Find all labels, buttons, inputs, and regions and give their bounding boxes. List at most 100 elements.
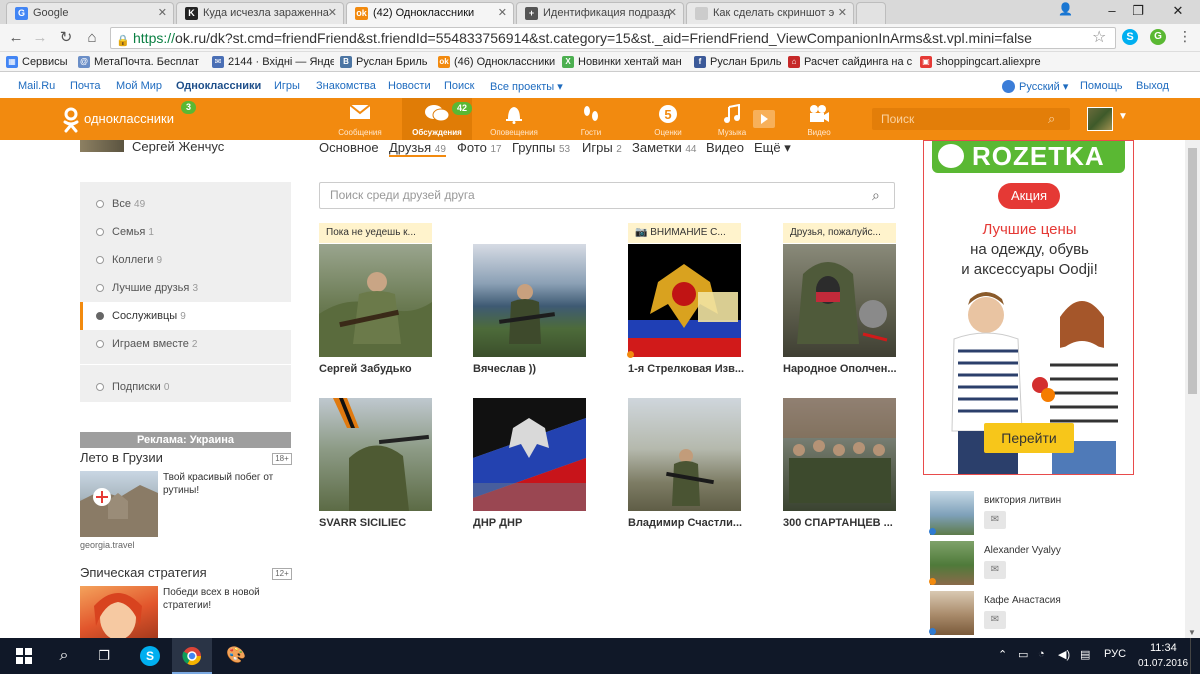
- language-selector[interactable]: Русский ▾: [1019, 80, 1068, 93]
- friend-photo[interactable]: [319, 244, 432, 357]
- profile-name[interactable]: Сергей Женчус: [132, 139, 224, 154]
- skype-extension-icon[interactable]: S: [1122, 29, 1138, 45]
- tray-volume-icon[interactable]: ◀): [1058, 648, 1070, 661]
- profile-avatar[interactable]: [80, 140, 124, 152]
- clock-date[interactable]: 01.07.2016: [1138, 658, 1188, 669]
- browser-tab-kp[interactable]: K Куда исчезла зараженна ✕: [176, 2, 344, 24]
- bookmark-ruslan-fb[interactable]: f Руслан Бриль: [694, 54, 784, 70]
- ad-image-strategy[interactable]: [80, 586, 158, 638]
- friend-photo[interactable]: [628, 398, 741, 511]
- scroll-down-icon[interactable]: ▼: [1188, 628, 1196, 637]
- keyboard-language[interactable]: РУС: [1104, 648, 1126, 660]
- close-icon[interactable]: ✕: [668, 6, 677, 19]
- browser-tab-google[interactable]: G Google ✕: [6, 2, 174, 24]
- menu-messages[interactable]: Сообщения: [325, 98, 395, 140]
- tab-main[interactable]: Основное: [319, 140, 379, 155]
- status-note[interactable]: Друзья, пожалуйс...: [783, 223, 896, 243]
- tab-video[interactable]: Видео: [706, 140, 744, 155]
- forward-icon[interactable]: →: [30, 28, 50, 48]
- friend-photo[interactable]: [473, 244, 586, 357]
- search-icon[interactable]: ⌕: [44, 638, 84, 674]
- friend-name[interactable]: 1-я Стрелковая Изв...: [628, 363, 753, 375]
- exit-link[interactable]: Выход: [1136, 80, 1169, 92]
- category-colleagues[interactable]: Коллеги 9: [80, 246, 291, 274]
- menu-music[interactable]: Музыка: [697, 98, 775, 140]
- category-best-friends[interactable]: Лучшие друзья 3: [80, 274, 291, 302]
- ad-cta-button[interactable]: Перейти: [984, 423, 1074, 453]
- friend-photo[interactable]: [319, 398, 432, 511]
- message-envelope-icon[interactable]: ✉: [984, 611, 1006, 629]
- tab-groups[interactable]: Группы 53: [512, 140, 570, 155]
- bookmark-novinki[interactable]: X Новинки хентай ман: [562, 54, 688, 70]
- tray-message-icon[interactable]: ▤: [1080, 648, 1090, 661]
- task-view-icon[interactable]: ❐: [84, 638, 124, 674]
- portal-link-odnoklassniki[interactable]: Одноклассники: [176, 80, 261, 92]
- portal-link-games[interactable]: Игры: [274, 80, 300, 92]
- play-icon[interactable]: [753, 110, 775, 128]
- browser-tab-screenshot[interactable]: Как сделать скриншот э ✕: [686, 2, 854, 24]
- clock-time[interactable]: 11:34: [1150, 642, 1177, 654]
- close-icon[interactable]: ✕: [498, 6, 507, 19]
- friend-photo[interactable]: [783, 244, 896, 357]
- ad-title-georgia[interactable]: Лето в Грузии: [80, 450, 163, 465]
- friend-photo[interactable]: [628, 244, 741, 357]
- status-note[interactable]: Пока не уедешь к...: [319, 223, 432, 243]
- url-input[interactable]: 🔒 https://ok.ru/dk?st.cmd=friendFriend&s…: [110, 27, 1116, 49]
- show-desktop-button[interactable]: [1190, 638, 1200, 674]
- bookmark-services[interactable]: ▦ Сервисы: [6, 54, 80, 70]
- close-icon[interactable]: ✕: [158, 6, 167, 19]
- ok-logo-text[interactable]: одноклассники: [84, 111, 174, 126]
- suggested-avatar[interactable]: [930, 541, 974, 585]
- reload-icon[interactable]: ↻: [56, 28, 76, 48]
- maximize-button[interactable]: ❐: [1116, 0, 1160, 22]
- ok-search-input[interactable]: Поиск ⌕: [872, 108, 1070, 130]
- suggested-name[interactable]: Alexander Vyalyy: [984, 545, 1061, 556]
- bookmark-ruslan-vk[interactable]: B Руслан Бриль: [340, 54, 432, 70]
- close-icon[interactable]: ✕: [328, 6, 337, 19]
- browser-tab-ok[interactable]: ok (42) Одноклассники ✕: [346, 2, 514, 24]
- ok-logo-icon[interactable]: [62, 107, 80, 133]
- friend-name[interactable]: Владимир Счастли...: [628, 517, 753, 529]
- portal-link-moy-mir[interactable]: Мой Мир: [116, 80, 162, 92]
- back-icon[interactable]: ←: [6, 28, 26, 48]
- portal-link-all-projects[interactable]: Все проекты ▾: [490, 80, 563, 93]
- tab-friends[interactable]: Друзья 49: [389, 140, 446, 157]
- help-link[interactable]: Помощь: [1080, 80, 1123, 92]
- menu-video[interactable]: Видео: [784, 98, 854, 140]
- bookmark-star-icon[interactable]: ☆: [1092, 27, 1106, 47]
- windows-start-icon[interactable]: [4, 638, 44, 674]
- portal-link-mailru[interactable]: Mail.Ru: [18, 80, 55, 92]
- message-envelope-icon[interactable]: ✉: [984, 511, 1006, 529]
- category-all[interactable]: Все 49: [80, 190, 291, 218]
- scrollbar-thumb[interactable]: [1188, 148, 1197, 394]
- tab-notes[interactable]: Заметки 44: [632, 140, 696, 155]
- suggested-avatar[interactable]: [930, 491, 974, 535]
- bookmark-siding[interactable]: ⌂ Расчет сайдинга на с: [788, 54, 914, 70]
- bookmark-yandex-mail[interactable]: ✉ 2144 · Вхідні — Янде: [212, 54, 334, 70]
- search-icon[interactable]: ⌕: [1048, 108, 1055, 130]
- friend-photo[interactable]: [473, 398, 586, 511]
- tray-network-icon[interactable]: ▭: [1018, 648, 1028, 661]
- ad-text-georgia[interactable]: Твой красивый побег от рутины!: [163, 471, 291, 497]
- tab-more[interactable]: Ещё ▾: [754, 140, 791, 156]
- home-icon[interactable]: ⌂: [82, 28, 102, 48]
- extension-icon[interactable]: G: [1150, 29, 1166, 45]
- paint-taskbar-icon[interactable]: 🎨: [216, 638, 256, 674]
- category-subscriptions[interactable]: Подписки 0: [80, 373, 291, 401]
- category-comrades[interactable]: Сослуживцы 9: [80, 302, 291, 330]
- tray-chevron-up-icon[interactable]: ⌃: [998, 648, 1007, 661]
- friend-name[interactable]: Народное Ополчен...: [783, 363, 908, 375]
- rozetka-banner-ad[interactable]: ROZETKA Акция Лучшие цены на одежду, обу…: [923, 140, 1134, 475]
- friend-name[interactable]: Сергей Забудько: [319, 363, 444, 375]
- tab-photos[interactable]: Фото 17: [457, 140, 502, 155]
- profile-icon[interactable]: 👤: [1058, 2, 1074, 20]
- suggested-name[interactable]: Кафе Анастасия: [984, 595, 1061, 606]
- menu-discussions[interactable]: Обсуждения 42: [402, 98, 473, 140]
- chrome-taskbar-icon[interactable]: [172, 638, 212, 674]
- status-note[interactable]: 📷 ВНИМАНИЕ С...: [628, 223, 741, 243]
- category-play-together[interactable]: Играем вместе 2: [80, 330, 291, 358]
- friends-search-input[interactable]: Поиск среди друзей друга ⌕: [319, 182, 895, 209]
- tray-wifi-icon[interactable]: ◔: [1038, 648, 1045, 660]
- bookmark-metapochta[interactable]: @ МетаПочта. Бесплат: [78, 54, 206, 70]
- close-window-button[interactable]: ✕: [1156, 0, 1200, 22]
